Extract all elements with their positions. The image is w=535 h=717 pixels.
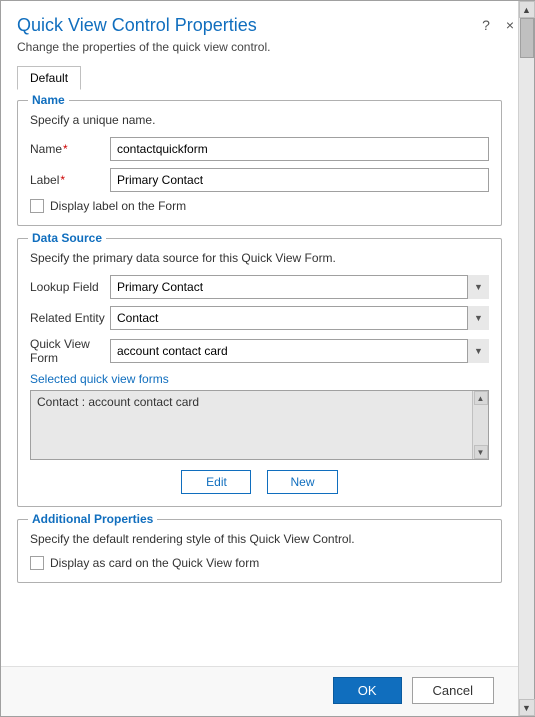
selected-scroll-up[interactable]: ▲: [474, 391, 488, 405]
dialog-content: Default Name Specify a unique name. Name…: [1, 62, 518, 666]
display-label-text: Display label on the Form: [50, 199, 186, 213]
display-label-checkbox[interactable]: [30, 199, 44, 213]
quickview-select-wrapper: account contact card ▼: [110, 339, 489, 363]
dialog-subtitle: Change the properties of the quick view …: [17, 40, 478, 54]
cancel-button[interactable]: Cancel: [412, 677, 494, 704]
selected-forms-box: Contact : account contact card ▲ ▼: [30, 390, 489, 460]
label-required: *: [60, 173, 65, 187]
dialog-footer: OK Cancel: [1, 666, 534, 716]
edit-button[interactable]: Edit: [181, 470, 251, 494]
scroll-track: [519, 18, 534, 699]
related-select-wrapper: Contact ▼: [110, 306, 489, 330]
lookup-select[interactable]: Primary Contact: [110, 275, 489, 299]
name-label: Name*: [30, 142, 110, 156]
vertical-scrollbar[interactable]: ▲ ▼: [518, 1, 534, 716]
display-label-row: Display label on the Form: [30, 199, 489, 213]
label-row: Label*: [30, 168, 489, 192]
lookup-row: Lookup Field Primary Contact ▼: [30, 275, 489, 299]
tab-bar: Default: [17, 66, 502, 90]
datasource-legend: Data Source: [28, 231, 106, 245]
selected-scroll-down[interactable]: ▼: [474, 445, 488, 459]
display-card-checkbox[interactable]: [30, 556, 44, 570]
label-label: Label*: [30, 173, 110, 187]
quickview-label: Quick View Form: [30, 337, 110, 365]
dialog-header-icons: ? ×: [478, 15, 518, 33]
quickview-row: Quick View Form account contact card ▼: [30, 337, 489, 365]
additional-legend: Additional Properties: [28, 512, 157, 526]
datasource-section: Data Source Specify the primary data sou…: [17, 238, 502, 507]
help-icon[interactable]: ?: [478, 17, 494, 33]
scroll-thumb[interactable]: [520, 18, 534, 58]
label-input[interactable]: [110, 168, 489, 192]
name-legend: Name: [28, 93, 69, 107]
datasource-description: Specify the primary data source for this…: [30, 251, 489, 265]
close-icon[interactable]: ×: [502, 17, 518, 33]
lookup-select-wrapper: Primary Contact ▼: [110, 275, 489, 299]
name-required: *: [63, 142, 68, 156]
name-description: Specify a unique name.: [30, 113, 489, 127]
dialog-header: Quick View Control Properties Change the…: [1, 1, 534, 62]
selected-forms-scrollbar[interactable]: ▲ ▼: [472, 391, 488, 459]
name-section: Name Specify a unique name. Name* Label*…: [17, 100, 502, 226]
new-button[interactable]: New: [267, 470, 337, 494]
related-select[interactable]: Contact: [110, 306, 489, 330]
display-card-text: Display as card on the Quick View form: [50, 556, 259, 570]
related-row: Related Entity Contact ▼: [30, 306, 489, 330]
ok-button[interactable]: OK: [333, 677, 402, 704]
dialog-container: ▲ ▼ Quick View Control Properties Change…: [0, 0, 535, 717]
additional-section: Additional Properties Specify the defaul…: [17, 519, 502, 583]
name-row: Name*: [30, 137, 489, 161]
dialog-title: Quick View Control Properties: [17, 15, 478, 36]
lookup-label: Lookup Field: [30, 280, 110, 294]
additional-description: Specify the default rendering style of t…: [30, 532, 489, 546]
dialog-title-area: Quick View Control Properties Change the…: [17, 15, 478, 54]
scroll-up-arrow[interactable]: ▲: [519, 1, 535, 18]
scroll-down-arrow[interactable]: ▼: [519, 699, 535, 716]
display-card-row: Display as card on the Quick View form: [30, 556, 489, 570]
related-label: Related Entity: [30, 311, 110, 325]
quickview-select[interactable]: account contact card: [110, 339, 489, 363]
edit-new-buttons: Edit New: [30, 470, 489, 494]
selected-forms-label: Selected quick view forms: [30, 372, 489, 386]
tab-default[interactable]: Default: [17, 66, 81, 90]
name-input[interactable]: [110, 137, 489, 161]
selected-forms-item: Contact : account contact card: [37, 395, 199, 409]
